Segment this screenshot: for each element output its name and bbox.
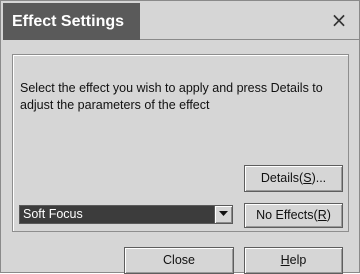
effect-select[interactable]: Soft Focus — [19, 205, 233, 224]
details-button[interactable]: Details(S)... — [244, 165, 343, 192]
dialog-title: Effect Settings — [3, 3, 140, 40]
title-bar: Effect Settings × — [1, 1, 359, 41]
details-label: Details( — [260, 171, 304, 185]
no-effects-mnemonic: R — [317, 208, 327, 222]
instruction-text: Select the effect you wish to apply and … — [20, 81, 323, 112]
no-effects-suffix: ) — [326, 208, 331, 222]
close-button[interactable]: Close — [124, 247, 234, 274]
no-effects-label: No Effects( — [256, 208, 318, 222]
help-button[interactable]: Help — [244, 247, 343, 274]
no-effects-button[interactable]: No Effects(R) — [244, 203, 343, 228]
effect-select-value: Soft Focus — [23, 207, 83, 221]
dropdown-button[interactable] — [214, 206, 232, 223]
help-mnemonic: H — [280, 253, 290, 267]
details-suffix: )... — [311, 171, 327, 185]
effect-settings-dialog: Effect Settings × Select the effect you … — [0, 0, 360, 274]
chevron-down-icon — [219, 211, 228, 216]
help-label: elp — [289, 253, 307, 267]
title-divider — [140, 39, 359, 40]
close-icon[interactable]: × — [327, 7, 351, 33]
details-mnemonic: S — [303, 171, 312, 185]
